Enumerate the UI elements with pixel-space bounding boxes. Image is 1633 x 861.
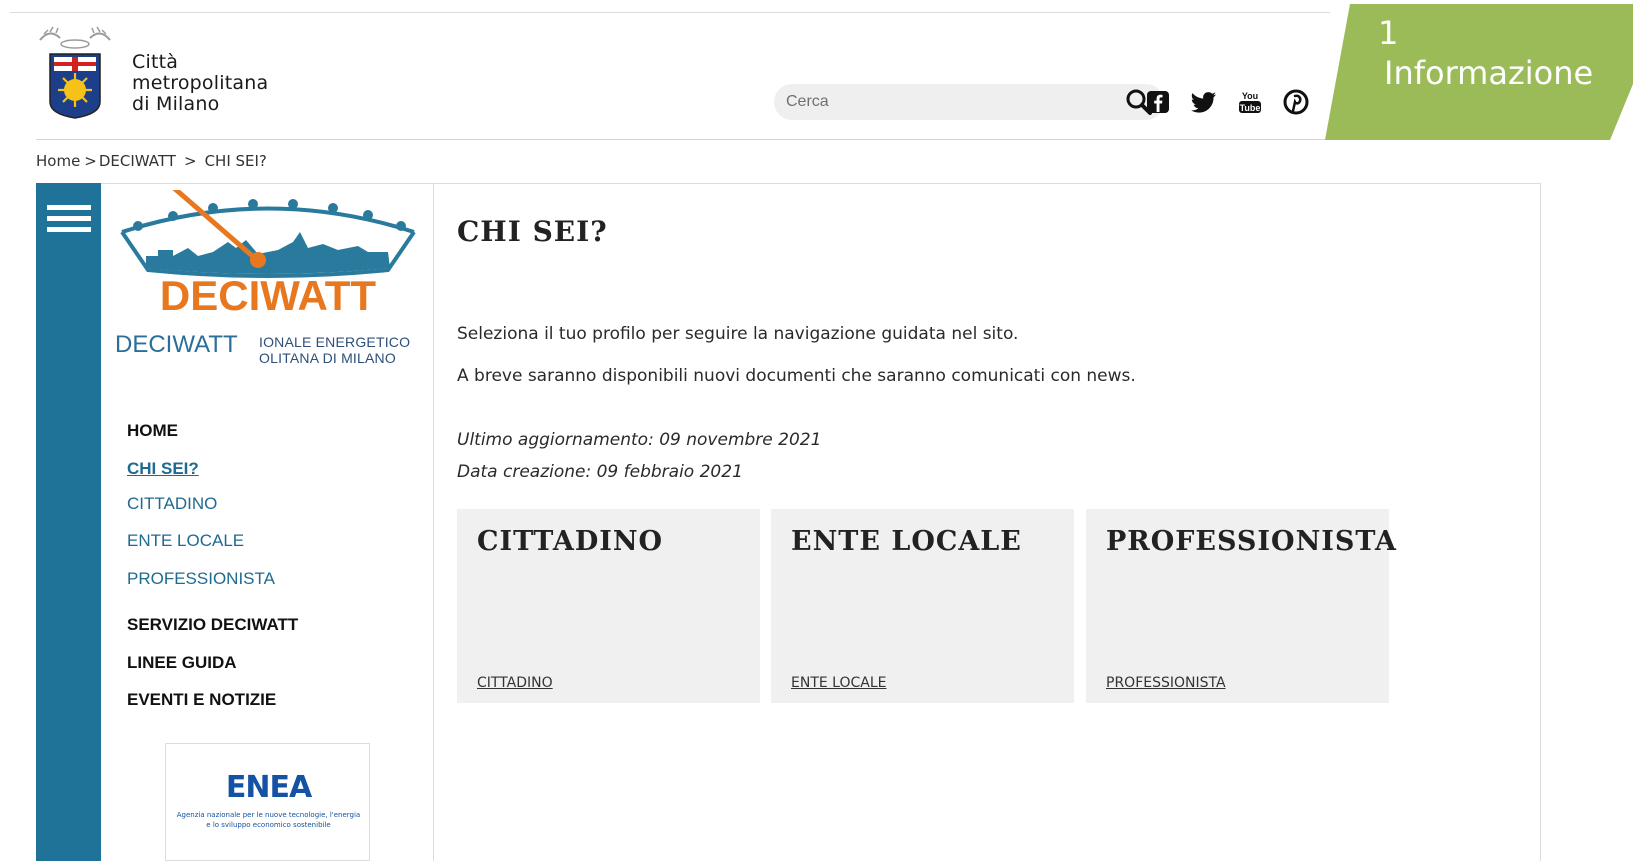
site-header: Città metropolitana di Milano You Tube bbox=[36, 24, 1536, 140]
enea-logo: ENEA bbox=[225, 770, 312, 805]
city-name-line: Città bbox=[132, 51, 179, 73]
menu-toggle-button[interactable] bbox=[47, 205, 91, 235]
creation-date: Data creazione: 09 febbraio 2021 bbox=[457, 462, 743, 482]
last-updated: Ultimo aggiornamento: 09 novembre 2021 bbox=[457, 430, 822, 450]
deciwatt-subtitle: IONALE ENERGETICO bbox=[259, 334, 411, 350]
header-divider bbox=[36, 139, 1536, 140]
twitter-link[interactable] bbox=[1190, 88, 1218, 116]
youtube-icon-text: You bbox=[1242, 91, 1258, 101]
city-name: Città metropolitana di Milano bbox=[132, 52, 268, 115]
youtube-icon-text: Tube bbox=[1240, 103, 1261, 113]
city-crest-icon bbox=[39, 26, 111, 119]
profile-card-cittadino[interactable]: CITTADINO CITTADINO bbox=[457, 509, 760, 703]
card-link[interactable]: CITTADINO bbox=[477, 675, 553, 691]
breadcrumb: Home > DECIWATT > CHI SEI? bbox=[36, 152, 267, 170]
facebook-link[interactable] bbox=[1144, 88, 1172, 116]
nav-item-ente-locale[interactable]: ENTE LOCALE bbox=[127, 531, 244, 551]
nav-item-cittadino[interactable]: CITTADINO bbox=[127, 494, 217, 514]
callout-label: Informazione bbox=[1384, 54, 1594, 92]
youtube-icon: You Tube bbox=[1239, 91, 1261, 113]
card-link[interactable]: PROFESSIONISTA bbox=[1106, 675, 1226, 691]
hamburger-line bbox=[47, 205, 91, 210]
card-title: PROFESSIONISTA bbox=[1106, 526, 1397, 557]
nav-item-servizio-deciwatt[interactable]: SERVIZIO DECIWATT bbox=[127, 615, 298, 635]
intro-paragraph: Seleziona il tuo profilo per seguire la … bbox=[457, 324, 1019, 344]
deciwatt-label: DECIWATT bbox=[115, 331, 238, 358]
nav-item-home[interactable]: HOME bbox=[127, 421, 178, 441]
callout-number: 1 bbox=[1378, 14, 1399, 52]
breadcrumb-separator: > bbox=[183, 152, 197, 170]
pinterest-link[interactable] bbox=[1282, 88, 1310, 116]
hamburger-line bbox=[47, 227, 91, 232]
city-name-line: metropolitana bbox=[132, 72, 269, 94]
city-name-line: di Milano bbox=[132, 93, 220, 115]
search-box bbox=[774, 84, 1164, 120]
twitter-icon bbox=[1191, 92, 1216, 113]
youtube-link[interactable]: You Tube bbox=[1236, 88, 1264, 116]
deciwatt-logo-text: DECIWATT bbox=[160, 272, 377, 319]
profile-card-professionista[interactable]: PROFESSIONISTA PROFESSIONISTA bbox=[1086, 509, 1396, 703]
search-input[interactable] bbox=[786, 88, 1106, 116]
card-title: ENTE LOCALE bbox=[791, 526, 1022, 557]
page-title: CHI SEI? bbox=[457, 215, 608, 248]
nav-item-chi-sei[interactable]: CHI SEI? bbox=[127, 459, 199, 479]
profile-card-ente-locale[interactable]: ENTE LOCALE ENTE LOCALE bbox=[771, 509, 1074, 703]
breadcrumb-separator: > bbox=[84, 152, 97, 170]
enea-caption: Agenzia nazionale per le nuove tecnologi… bbox=[176, 811, 361, 829]
site-logo[interactable]: Città metropolitana di Milano bbox=[36, 24, 296, 124]
sidebar-divider bbox=[433, 183, 434, 861]
card-link[interactable]: ENTE LOCALE bbox=[791, 675, 886, 691]
breadcrumb-deciwatt[interactable]: DECIWATT bbox=[99, 152, 176, 170]
breadcrumb-home[interactable]: Home bbox=[36, 152, 80, 170]
top-divider bbox=[10, 12, 1330, 13]
enea-banner[interactable]: ENEA Agenzia nazionale per le nuove tecn… bbox=[165, 743, 370, 861]
card-title: CITTADINO bbox=[477, 526, 664, 557]
nav-item-eventi-notizie[interactable]: EVENTI E NOTIZIE bbox=[127, 690, 276, 710]
sidebar-accent-bar bbox=[36, 183, 101, 861]
breadcrumb-current: CHI SEI? bbox=[204, 152, 267, 170]
nav-item-linee-guida[interactable]: LINEE GUIDA bbox=[127, 653, 237, 673]
nav-item-professionista[interactable]: PROFESSIONISTA bbox=[127, 569, 275, 589]
deciwatt-subtitle: OLITANA DI MILANO bbox=[259, 350, 396, 366]
hamburger-line bbox=[47, 216, 91, 221]
pinterest-icon bbox=[1283, 89, 1309, 115]
notice-paragraph: A breve saranno disponibili nuovi docume… bbox=[457, 366, 1136, 386]
facebook-icon bbox=[1147, 91, 1169, 113]
